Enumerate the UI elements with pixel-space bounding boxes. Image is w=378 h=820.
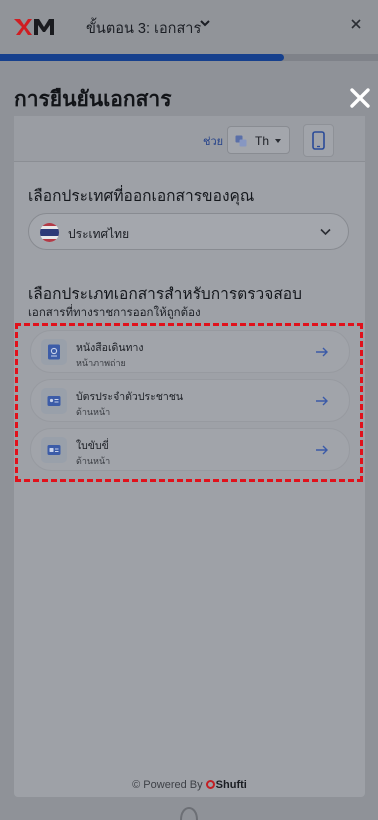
brand-name: Shufti [215,779,247,791]
switch-to-phone-button[interactable] [303,124,334,157]
close-icon[interactable] [349,17,363,31]
document-options-highlight [15,323,363,482]
xm-logo [14,19,54,35]
help-link[interactable]: ช่วย [203,132,223,150]
chevron-down-icon[interactable] [199,17,211,29]
step-title[interactable]: ขั้นตอน 3: เอกสาร [86,17,201,40]
thailand-flag-icon [40,223,59,242]
step-progress-fill [0,54,284,61]
page-title: การยืนยันเอกสาร [14,88,172,111]
translate-icon [235,135,247,147]
app-header: ขั้นตอน 3: เอกสาร [0,0,378,54]
chat-bubble-icon[interactable] [178,806,200,820]
chevron-down-icon [320,228,331,236]
caret-down-icon [275,139,281,143]
step-progress-bar [0,54,378,61]
document-section-subtitle: เอกสารที่ทางราชการออกให้ถูกต้อง [28,307,201,319]
shufti-logo-icon [205,780,215,789]
close-icon[interactable] [349,87,371,109]
country-value: ประเทศไทย [68,227,130,241]
country-select[interactable]: ประเทศไทย [28,213,349,250]
modal-toolbar: ช่วย Th [14,116,365,162]
document-section-label: เลือกประเภทเอกสารสำหรับการตรวจสอบ [28,286,302,303]
country-section-label: เลือกประเทศที่ออกเอกสารของคุณ [28,188,255,205]
language-selector[interactable]: Th [227,126,290,154]
mobile-phone-icon [312,131,325,150]
powered-by-footer: © Powered By Shufti [14,779,365,791]
powered-by-label: © Powered By [132,779,203,791]
language-label: Th [255,134,270,148]
